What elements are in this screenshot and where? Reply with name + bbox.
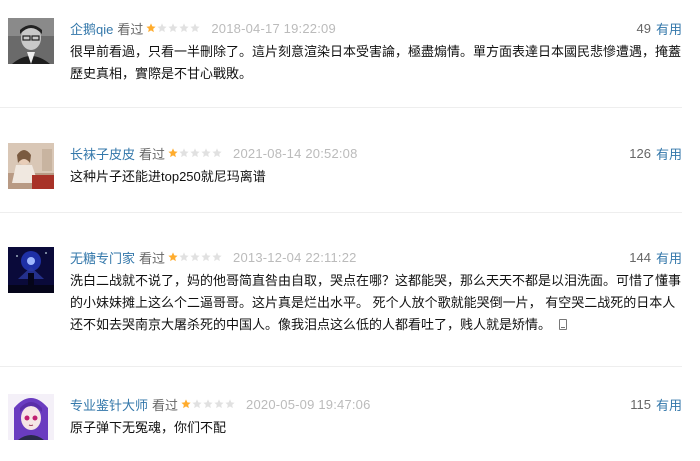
rating-stars [168,252,223,262]
rating-stars [146,23,201,33]
star-empty-icon [225,399,235,409]
star-empty-icon [190,148,200,158]
review-content: 洗白二战就不说了，妈的他哥简直咎由自取，哭点在哪？这都能哭，那么天天不都是以泪洗… [70,270,682,336]
review-content: 很早前看過，只看一半刪除了。這片刻意渲染日本受害論，極盡煽情。單方面表達日本國民… [70,44,682,81]
review-time[interactable]: 2018-04-17 19:22:09 [211,21,336,36]
review-meta: 无糖专门家 看过 2013-12-04 22:11:22 [70,247,357,267]
star-empty-icon [212,252,222,262]
vote-area: 115 有用 [630,394,682,414]
star-empty-icon [179,148,189,158]
avatar[interactable] [8,247,54,293]
star-filled-icon [168,148,178,158]
useful-vote-button[interactable]: 有用 [656,144,682,163]
username-link[interactable]: 企鹅qie [70,19,113,38]
review-meta: 企鹅qie 看过 2018-04-17 19:22:09 [70,18,336,38]
star-empty-icon [179,252,189,262]
avatar-image [8,143,54,189]
avatar-image [8,247,54,293]
star-empty-icon [201,148,211,158]
useful-vote-button[interactable]: 有用 [656,395,682,414]
rating-stars [168,148,223,158]
username-link[interactable]: 长袜子皮皮 [70,144,135,163]
phone-icon [559,319,568,330]
star-empty-icon [190,23,200,33]
username-link[interactable]: 专业鉴针大师 [70,395,148,414]
star-empty-icon [192,399,202,409]
divider [0,107,682,108]
star-empty-icon [214,399,224,409]
star-empty-icon [157,23,167,33]
watched-status: 看过 [139,146,166,162]
star-empty-icon [179,23,189,33]
avatar[interactable] [8,394,54,440]
star-empty-icon [168,23,178,33]
divider [0,212,682,213]
watched-status: 看过 [152,397,179,413]
star-filled-icon [168,252,178,262]
divider [0,366,682,367]
star-empty-icon [201,252,211,262]
avatar-image [8,18,54,64]
vote-count: 115 [630,396,651,412]
avatar-image [8,394,54,440]
username-link[interactable]: 无糖专门家 [70,248,135,267]
useful-vote-button[interactable]: 有用 [656,248,682,267]
review-meta: 专业鉴针大师 看过 2020-05-09 19:47:06 [70,394,371,414]
vote-count: 126 [629,145,651,161]
useful-vote-button[interactable]: 有用 [656,19,682,38]
vote-count: 49 [636,20,651,36]
avatar[interactable] [8,18,54,64]
vote-area: 126 有用 [629,143,682,163]
star-empty-icon [203,399,213,409]
vote-area: 49 有用 [637,18,682,38]
review-time[interactable]: 2021-08-14 20:52:08 [233,146,358,161]
review-text: 洗白二战就不说了，妈的他哥简直咎由自取，哭点在哪？这都能哭，那么天天不都是以泪洗… [70,273,682,332]
star-filled-icon [146,23,156,33]
vote-count: 144 [629,249,651,265]
avatar[interactable] [8,143,54,189]
review-time[interactable]: 2013-12-04 22:11:22 [233,250,357,265]
star-empty-icon [190,252,200,262]
review-content: 原子弹下无冤魂，你们不配 [70,420,227,435]
star-empty-icon [212,148,222,158]
star-filled-icon [181,399,191,409]
watched-status: 看过 [117,21,144,37]
watched-status: 看过 [139,250,166,266]
review-time[interactable]: 2020-05-09 19:47:06 [246,397,371,412]
rating-stars [181,399,236,409]
vote-area: 144 有用 [629,247,682,267]
review-meta: 长袜子皮皮 看过 2021-08-14 20:52:08 [70,143,358,163]
review-content: 这种片子还能进top250就尼玛离谱 [70,169,266,184]
